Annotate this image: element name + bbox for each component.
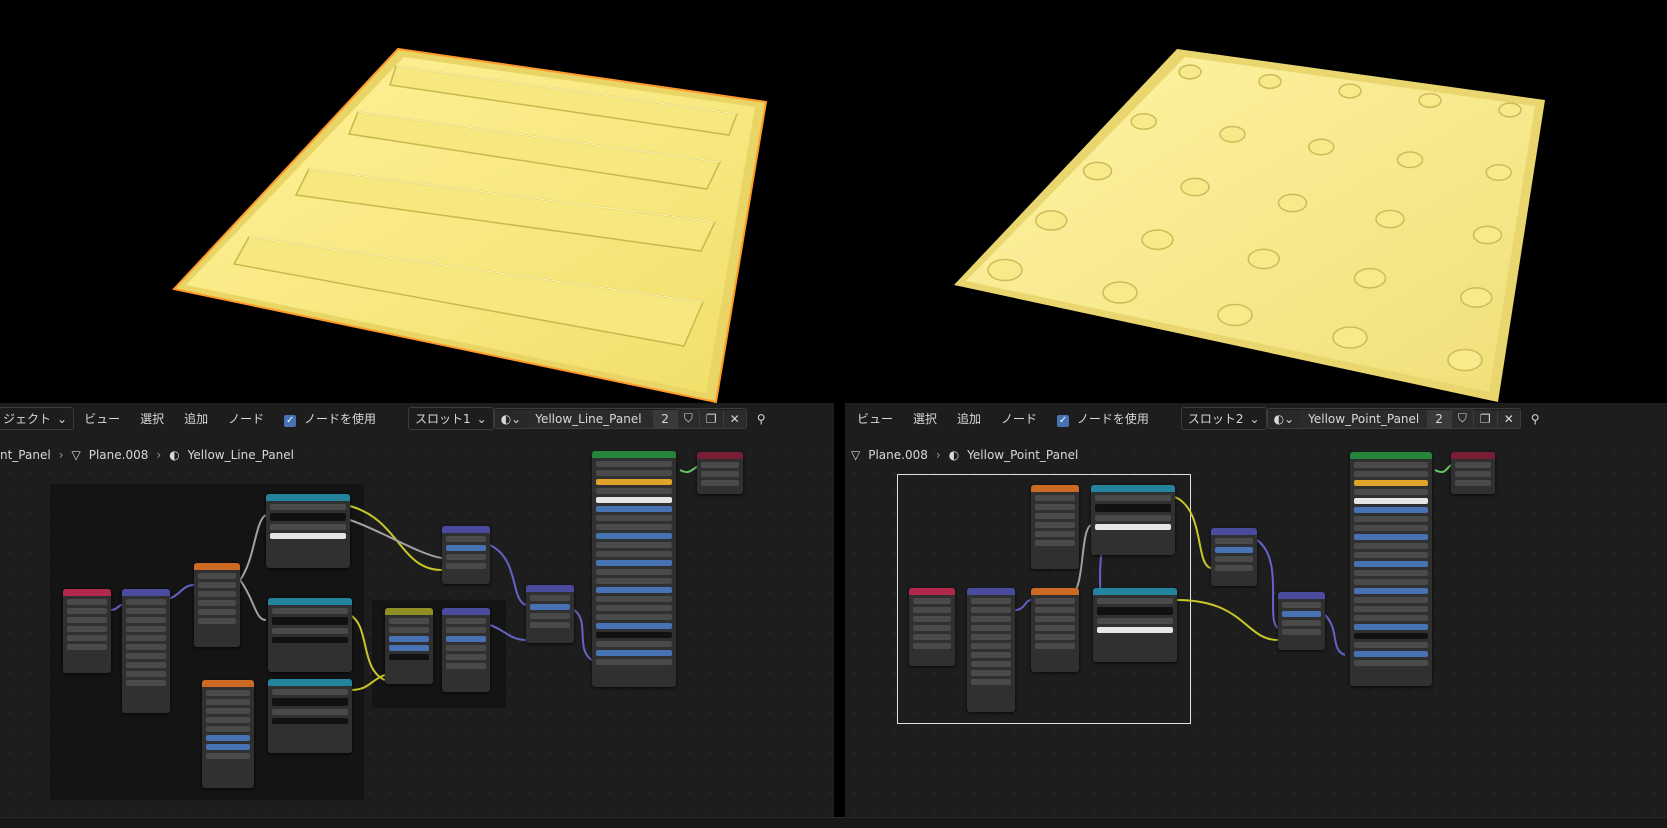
color-ramp-node[interactable]	[266, 494, 350, 568]
gradient-texture-node[interactable]	[1031, 485, 1079, 569]
wave-texture-node[interactable]	[202, 680, 254, 788]
principled-bsdf-node[interactable]	[592, 451, 676, 687]
left-pane: ジェクト ⌄ ビュー 選択 追加 ノード ✓ ノードを使用 スロット1 ⌄ ◐⌄…	[0, 0, 834, 828]
bump-node[interactable]	[442, 526, 490, 584]
color-ramp-node[interactable]	[268, 598, 352, 672]
material-output-node[interactable]	[1451, 452, 1495, 494]
editor-divider[interactable]	[834, 0, 845, 828]
bump-node[interactable]	[526, 585, 574, 643]
vector-math-node[interactable]	[442, 608, 490, 692]
status-bar	[0, 817, 1667, 828]
color-ramp-node[interactable]	[268, 679, 352, 753]
mapping-node[interactable]	[122, 589, 170, 713]
material-output-node[interactable]	[697, 452, 743, 494]
right-pane: ビュー 選択 追加 ノード ✓ ノードを使用 スロット2 ⌄ ◐⌄ Yellow…	[845, 0, 1667, 828]
mix-node[interactable]	[385, 608, 433, 684]
principled-bsdf-node[interactable]	[1350, 452, 1432, 686]
gradient-texture-node[interactable]	[1031, 588, 1079, 672]
mapping-node[interactable]	[967, 588, 1015, 712]
bump-node[interactable]	[1211, 528, 1257, 586]
gradient-texture-node[interactable]	[194, 563, 240, 647]
texture-coordinate-node[interactable]	[909, 588, 955, 666]
color-ramp-node[interactable]	[1093, 588, 1177, 662]
texture-coordinate-node[interactable]	[63, 589, 111, 673]
color-ramp-node[interactable]	[1091, 485, 1175, 555]
bump-node[interactable]	[1278, 592, 1325, 650]
